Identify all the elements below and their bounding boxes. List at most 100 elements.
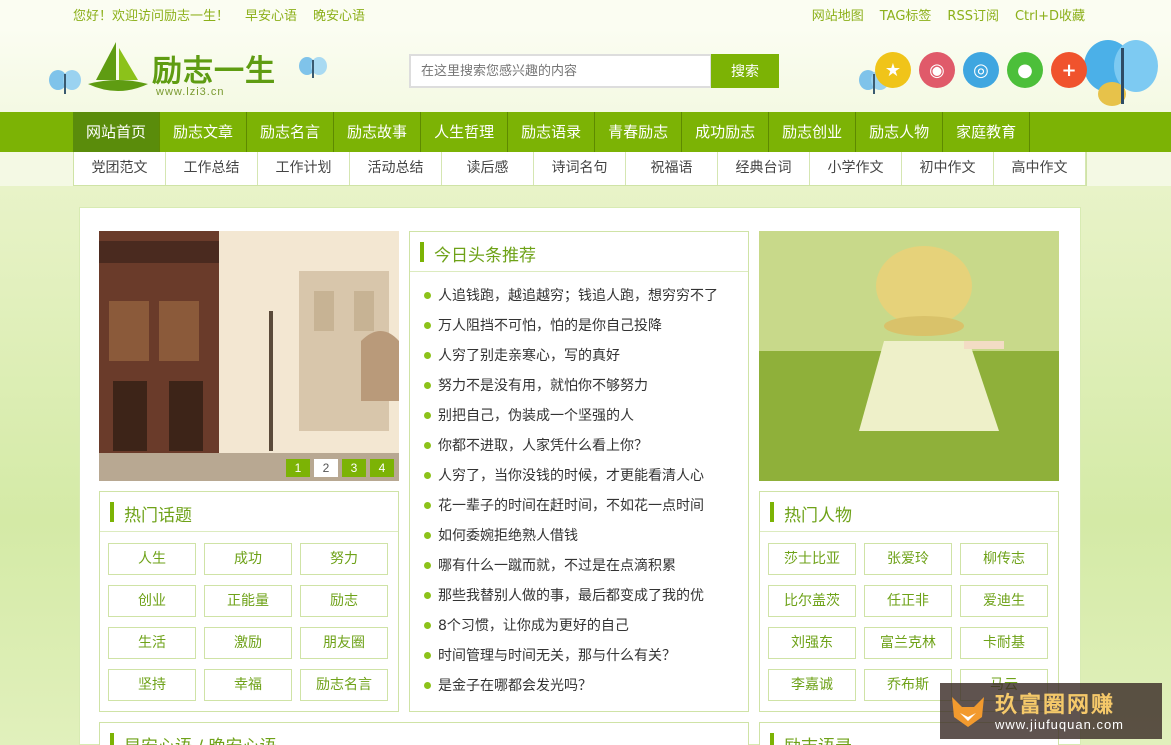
headline-item[interactable]: 那些我替别人做的事，最后都变成了我的优 bbox=[424, 581, 748, 611]
headline-item[interactable]: 别把自己，伪装成一个坚强的人 bbox=[424, 401, 748, 431]
topic-tag[interactable]: 人生 bbox=[108, 543, 196, 575]
image-slider[interactable] bbox=[99, 231, 399, 481]
nav-item[interactable]: 励志人物 bbox=[856, 112, 944, 152]
subnav-item[interactable]: 读后感 bbox=[442, 152, 534, 185]
subnav-item[interactable]: 小学作文 bbox=[810, 152, 902, 185]
slider-dot[interactable]: 1 bbox=[286, 459, 310, 477]
nav-item[interactable]: 励志名言 bbox=[247, 112, 335, 152]
main-nav: 网站首页 励志文章 励志名言 励志故事 人生哲理 励志语录 青春励志 成功励志 … bbox=[0, 112, 1171, 152]
headline-item[interactable]: 哪有什么一蹴而就，不过是在点滴积累 bbox=[424, 551, 748, 581]
subnav-item[interactable]: 诗词名句 bbox=[534, 152, 626, 185]
headline-item[interactable]: 努力不是没有用，就怕你不够努力 bbox=[424, 371, 748, 401]
topic-tag[interactable]: 激励 bbox=[204, 627, 292, 659]
headline-item[interactable]: 人追钱跑，越追越穷；钱追人跑，想穷穷不了 bbox=[424, 281, 748, 311]
person-tag[interactable]: 任正非 bbox=[864, 585, 952, 617]
person-tag[interactable]: 爱迪生 bbox=[960, 585, 1048, 617]
subnav-item[interactable]: 党团范文 bbox=[74, 152, 166, 185]
headline-item[interactable]: 是金子在哪都会发光吗？ bbox=[424, 671, 748, 701]
social-icons: ★ ◉ ◎ ● + bbox=[875, 52, 1087, 88]
quotes-title: 励志语录 bbox=[784, 732, 852, 745]
subnav-item[interactable]: 高中作文 bbox=[994, 152, 1086, 185]
logo-url: www.lzi3.cn bbox=[156, 86, 225, 98]
butterfly-icon bbox=[49, 70, 81, 94]
person-tag[interactable]: 莎士比亚 bbox=[768, 543, 856, 575]
nav-item[interactable]: 成功励志 bbox=[682, 112, 770, 152]
headline-item[interactable]: 时间管理与时间无关，那与什么有关？ bbox=[424, 641, 748, 671]
headline-item[interactable]: 如何委婉拒绝熟人借钱 bbox=[424, 521, 748, 551]
tag-link[interactable]: TAG标签 bbox=[880, 5, 932, 24]
nav-item[interactable]: 家庭教育 bbox=[943, 112, 1031, 152]
nav-item-home[interactable]: 网站首页 bbox=[73, 112, 161, 152]
topic-tag[interactable]: 励志 bbox=[300, 585, 388, 617]
site-logo[interactable]: 励志一生 www.lzi3.cn bbox=[86, 40, 276, 100]
street-photo bbox=[99, 231, 399, 481]
person-tag[interactable]: 富兰克林 bbox=[864, 627, 952, 659]
slider-dot[interactable]: 2 bbox=[314, 459, 338, 477]
topic-tag[interactable]: 生活 bbox=[108, 627, 196, 659]
nav-item[interactable]: 青春励志 bbox=[595, 112, 683, 152]
rss-link[interactable]: RSS订阅 bbox=[947, 5, 999, 24]
hot-people-tags: 莎士比亚 张爱玲 柳传志 比尔盖茨 任正非 爱迪生 刘强东 富兰克林 卡耐基 李… bbox=[768, 543, 1048, 701]
wechat-icon[interactable]: ● bbox=[1007, 52, 1043, 88]
bookmark-link[interactable]: Ctrl+D收藏 bbox=[1015, 5, 1085, 24]
logo-name: 励志一生 bbox=[152, 54, 276, 89]
person-tag[interactable]: 比尔盖茨 bbox=[768, 585, 856, 617]
topic-tag[interactable]: 朋友圈 bbox=[300, 627, 388, 659]
headline-item[interactable]: 万人阻挡不可怕，怕的是你自己投降 bbox=[424, 311, 748, 341]
search-input[interactable] bbox=[409, 54, 712, 88]
subnav-item[interactable]: 祝福语 bbox=[626, 152, 718, 185]
topic-tag[interactable]: 正能量 bbox=[204, 585, 292, 617]
header: 励志一生 www.lzi3.cn 搜索 ★ ◉ ◎ ● + bbox=[0, 28, 1171, 112]
topic-tag[interactable]: 创业 bbox=[108, 585, 196, 617]
topic-tag[interactable]: 坚持 bbox=[108, 669, 196, 701]
search-button[interactable]: 搜索 bbox=[711, 54, 779, 88]
tencent-weibo-icon[interactable]: ◎ bbox=[963, 52, 999, 88]
topic-tag[interactable]: 励志名言 bbox=[300, 669, 388, 701]
hot-topics-header: 热门话题 bbox=[100, 492, 398, 532]
hot-topics-title: 热门话题 bbox=[124, 506, 192, 526]
subnav-item[interactable]: 活动总结 bbox=[350, 152, 442, 185]
subnav-item[interactable]: 经典台词 bbox=[718, 152, 810, 185]
weibo-icon[interactable]: ◉ bbox=[919, 52, 955, 88]
slider-dot[interactable]: 4 bbox=[370, 459, 394, 477]
nav-item[interactable]: 励志语录 bbox=[508, 112, 596, 152]
nav-item[interactable]: 人生哲理 bbox=[421, 112, 509, 152]
person-tag[interactable]: 张爱玲 bbox=[864, 543, 952, 575]
nav-item[interactable]: 励志创业 bbox=[769, 112, 857, 152]
hot-people-title: 热门人物 bbox=[784, 506, 852, 526]
topic-tag[interactable]: 幸福 bbox=[204, 669, 292, 701]
child-in-grass-photo bbox=[759, 231, 1059, 481]
person-tag[interactable]: 柳传志 bbox=[960, 543, 1048, 575]
star-icon[interactable]: ★ bbox=[875, 52, 911, 88]
search-form: 搜索 bbox=[409, 54, 779, 88]
person-tag[interactable]: 李嘉诚 bbox=[768, 669, 856, 701]
person-tag[interactable]: 刘强东 bbox=[768, 627, 856, 659]
headlines-header: 今日头条推荐 bbox=[410, 232, 748, 272]
headline-item[interactable]: 人穷了别走亲寒心，写的真好 bbox=[424, 341, 748, 371]
subnav-item[interactable]: 工作计划 bbox=[258, 152, 350, 185]
welcome-text: 您好！欢迎访问励志一生！ bbox=[73, 9, 230, 24]
headline-item[interactable]: 花一辈子的时间在赶时间，不如花一点时间 bbox=[424, 491, 748, 521]
watermark: 玖富圈网赚 www.jiufuquan.com bbox=[940, 683, 1162, 739]
hot-topics-box: 热门话题 人生 成功 努力 创业 正能量 励志 生活 激励 朋友圈 坚持 幸福 … bbox=[99, 491, 399, 712]
headline-item[interactable]: 8个习惯，让你成为更好的自己 bbox=[424, 611, 748, 641]
morning-words-link[interactable]: 早安心语 bbox=[245, 5, 297, 24]
night-words-link[interactable]: 晚安心语 bbox=[313, 5, 365, 24]
fox-icon bbox=[952, 697, 984, 727]
nav-item[interactable]: 励志故事 bbox=[334, 112, 422, 152]
headline-item[interactable]: 你都不进取，人家凭什么看上你？ bbox=[424, 431, 748, 461]
person-tag[interactable]: 乔布斯 bbox=[864, 669, 952, 701]
child-photo[interactable] bbox=[759, 231, 1059, 481]
topic-tag[interactable]: 努力 bbox=[300, 543, 388, 575]
sitemap-link[interactable]: 网站地图 bbox=[812, 5, 864, 24]
headlines-box: 今日头条推荐 人追钱跑，越追越穷；钱追人跑，想穷穷不了 万人阻挡不可怕，怕的是你… bbox=[409, 231, 749, 712]
nav-item[interactable]: 励志文章 bbox=[160, 112, 248, 152]
top-bar: 您好！欢迎访问励志一生！ 早安心语 晚安心语 网站地图 TAG标签 RSS订阅 … bbox=[0, 0, 1171, 28]
topic-tag[interactable]: 成功 bbox=[204, 543, 292, 575]
subnav-item[interactable]: 初中作文 bbox=[902, 152, 994, 185]
headline-item[interactable]: 人穷了，当你没钱的时候，才更能看清人心 bbox=[424, 461, 748, 491]
subnav-item[interactable]: 工作总结 bbox=[166, 152, 258, 185]
person-tag[interactable]: 卡耐基 bbox=[960, 627, 1048, 659]
plus-icon[interactable]: + bbox=[1051, 52, 1087, 88]
slider-dot[interactable]: 3 bbox=[342, 459, 366, 477]
